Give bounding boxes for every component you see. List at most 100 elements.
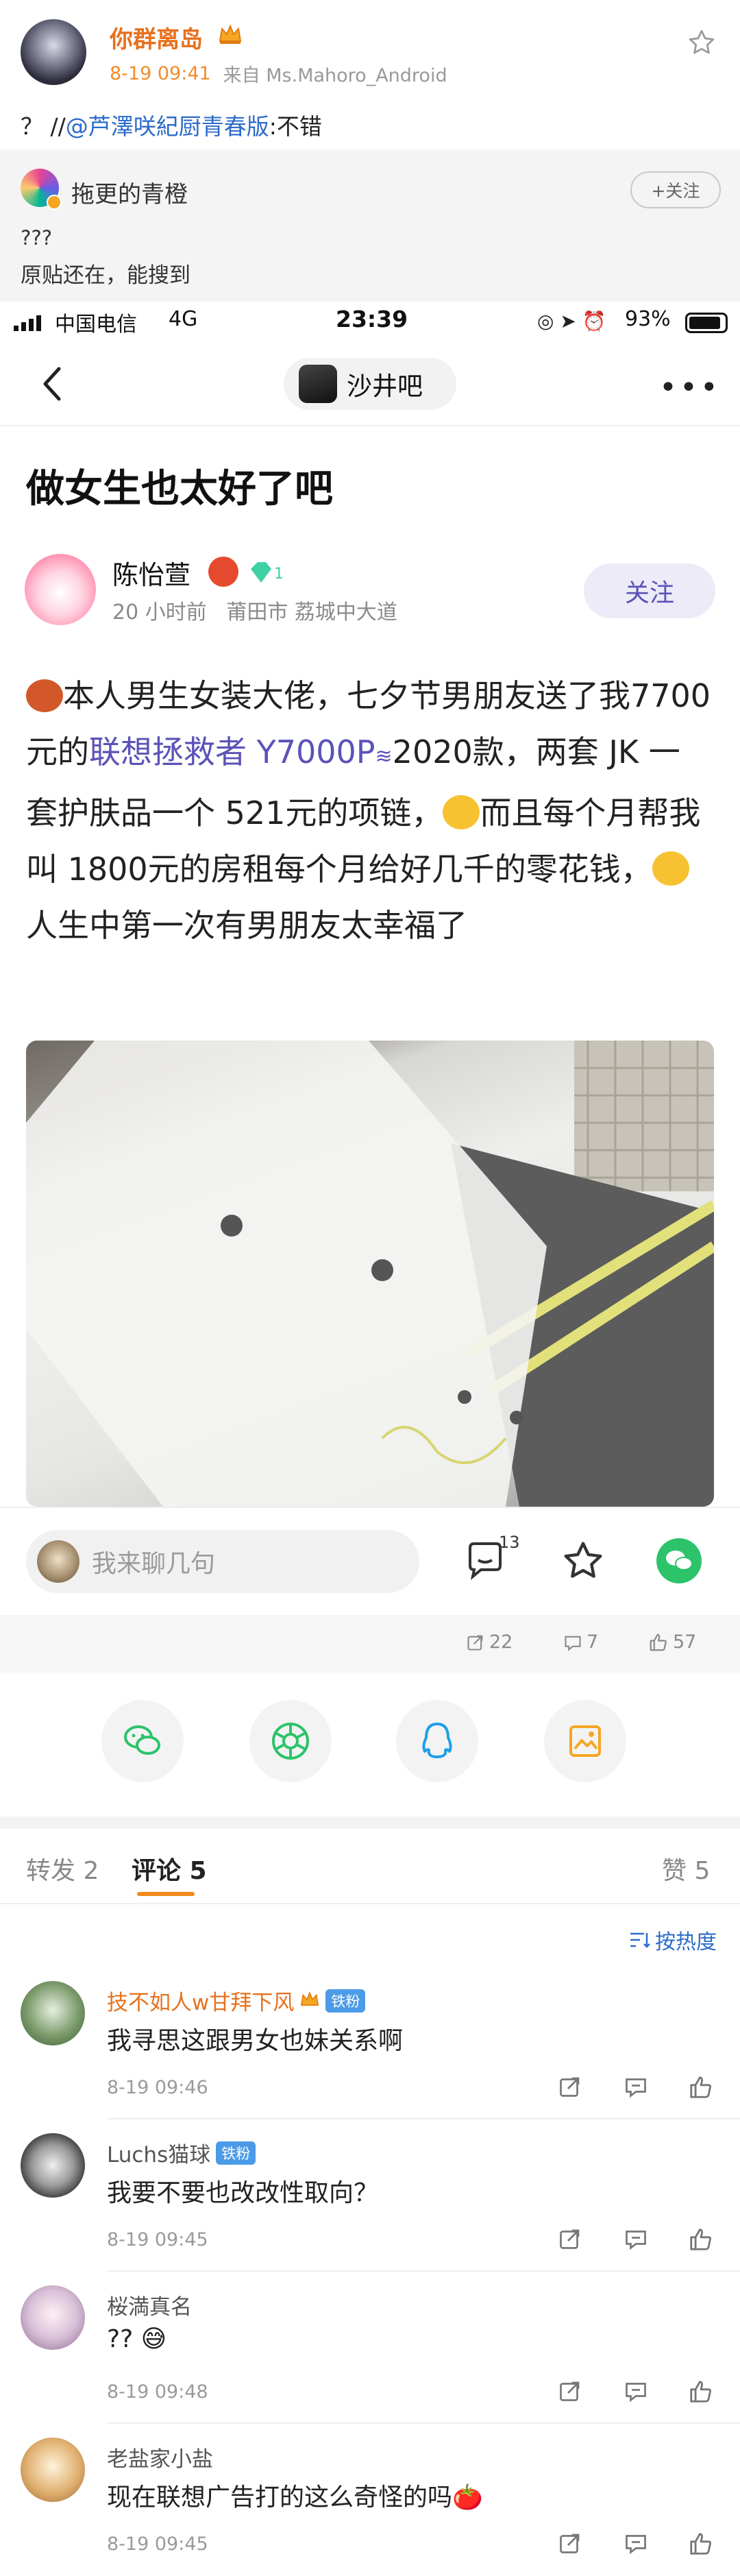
author-avatar[interactable] — [21, 19, 86, 85]
product-link[interactable]: 联想拯救者 Y7000P — [89, 733, 375, 770]
comment-reply-icon[interactable] — [624, 2074, 648, 2102]
quoted-author-name[interactable]: 拖更的青橙 — [71, 175, 188, 209]
post-meta: 8-19 09:41 来自 Ms.Mahoro_Android — [110, 60, 447, 87]
stats-bar: 22 7 57 — [0, 1615, 740, 1673]
quoted-line-2: 原贴还在，能搜到 — [21, 263, 190, 288]
comment-repost-icon[interactable] — [558, 2074, 582, 2102]
tab-reposts[interactable]: 转发 2 — [26, 1851, 99, 1886]
commenter-avatar[interactable] — [21, 2438, 85, 2502]
battery-icon — [685, 313, 728, 333]
svg-text:1: 1 — [274, 566, 284, 583]
comment-divider — [107, 2422, 740, 2424]
commenter-name[interactable]: Luchs猫球 — [107, 2137, 210, 2168]
comment-like-icon[interactable] — [688, 2226, 714, 2255]
comment-reply-icon[interactable] — [624, 2531, 648, 2558]
comment-repost-icon[interactable] — [558, 2226, 582, 2254]
signal-icon — [14, 315, 41, 331]
vip-crown-icon — [299, 1991, 320, 2011]
comment-count: 7 — [587, 1631, 599, 1653]
favorite-star-icon[interactable] — [687, 27, 717, 58]
battery-label: 93% — [625, 307, 671, 331]
author-name[interactable]: 你群离岛 — [110, 21, 203, 54]
quoted-post[interactable]: 拖更的青橙 +关注 ??? 原贴还在，能搜到 — [0, 149, 740, 302]
comment-like-icon[interactable] — [688, 2531, 714, 2560]
repost-count: 22 — [489, 1631, 513, 1653]
vip-crown-icon — [218, 23, 243, 45]
repost-stat[interactable]: 22 — [466, 1631, 513, 1653]
tabs-divider — [0, 1903, 740, 1904]
tab-comments[interactable]: 评论 5 — [132, 1851, 207, 1886]
sort-by-hot-button[interactable]: 按热度 — [629, 1925, 717, 1955]
my-avatar — [37, 1540, 79, 1583]
mention-link[interactable]: @芦澤咲紀厨青春版 — [66, 113, 269, 140]
share-qq-button[interactable] — [396, 1700, 478, 1782]
forum-avatar — [299, 365, 337, 403]
clock-label: 23:39 — [336, 306, 408, 332]
comment-item[interactable]: Luchs猫球 铁粉我要不要也改改性取向？ 8-19 09:45 — [0, 2133, 740, 2285]
comment-text: 现在联想广告打的这么奇怪的吗🍅 — [107, 2483, 483, 2512]
level-gem-icon: 1 — [247, 559, 288, 590]
comment-count-badge: 13 — [499, 1533, 520, 1552]
commenter-name[interactable]: 技不如人w甘拜下风 — [107, 1985, 294, 2016]
back-arrow-icon[interactable] — [38, 363, 66, 404]
post-date: 8-19 09:41 — [110, 63, 211, 84]
commenter-name-row: 技不如人w甘拜下风 铁粉 — [107, 1985, 366, 2016]
save-image-icon — [569, 1725, 601, 1757]
comment-like-icon[interactable] — [688, 2074, 714, 2103]
share-wechat-button[interactable] — [101, 1700, 184, 1782]
star-icon[interactable] — [560, 1538, 606, 1583]
commenter-avatar[interactable] — [21, 2285, 85, 2350]
quoted-follow-button[interactable]: +关注 — [630, 171, 721, 208]
chat-input[interactable]: 我来聊几句 — [26, 1530, 419, 1593]
wechat-share-icon[interactable] — [656, 1538, 702, 1583]
nav-divider — [0, 425, 740, 426]
follow-button[interactable]: 关注 — [584, 563, 715, 618]
comment-like-icon[interactable] — [688, 2379, 714, 2407]
thread-title: 做女生也太好了吧 — [26, 467, 333, 511]
commenter-name-row: 桜満真名 — [107, 2289, 192, 2320]
commenter-name[interactable]: 老盐家小盐 — [107, 2442, 213, 2472]
embedded-status-bar: 中国电信 4G 23:39 ◎ ➤ ⏰ 93% — [0, 302, 740, 343]
comment-reply-icon[interactable] — [624, 2226, 648, 2254]
forum-pill[interactable]: 沙井吧 — [284, 358, 456, 410]
commenter-avatar[interactable] — [21, 2133, 85, 2198]
like-count: 57 — [673, 1631, 697, 1653]
post-photo[interactable] — [26, 1041, 714, 1507]
comment-reply-icon[interactable] — [624, 2379, 648, 2406]
repost-prefix: ？ // — [21, 113, 66, 140]
commenter-name[interactable]: 桜満真名 — [107, 2289, 192, 2320]
comment-repost-icon[interactable] — [558, 2379, 582, 2406]
post-body: 本人男生女装大佬，七夕节男朋友送了我7700元的联想拯救者 Y7000P≋202… — [26, 668, 711, 953]
repost-text: ？ //@芦澤咲紀厨青春版:不错 — [21, 108, 322, 141]
forum-name: 沙井吧 — [347, 372, 423, 401]
comment-text: 我寻思这跟男女也妹关系啊 — [107, 2027, 404, 2055]
angry-emoji-icon — [208, 557, 238, 587]
commenter-avatar[interactable] — [21, 1981, 85, 2045]
fan-badge: 铁粉 — [325, 1989, 366, 2013]
poster-name[interactable]: 陈怡萱 — [112, 554, 190, 592]
comment-item[interactable]: 桜満真名 ?? 😅 8-19 09:48 — [0, 2285, 740, 2438]
moments-aperture-icon — [272, 1723, 309, 1760]
share-moments-button[interactable] — [249, 1700, 332, 1782]
bottom-bar-divider — [0, 1507, 740, 1508]
section-gap — [0, 1816, 740, 1829]
tab-likes[interactable]: 赞 5 — [662, 1851, 710, 1886]
chat-placeholder: 我来聊几句 — [92, 1550, 216, 1578]
comment-divider — [107, 2270, 740, 2272]
comment-repost-icon[interactable] — [558, 2531, 582, 2558]
post-source: 来自 Ms.Mahoro_Android — [223, 65, 447, 86]
comment-icon — [565, 1636, 581, 1651]
comment-stat[interactable]: 7 — [563, 1631, 598, 1653]
wechat-icon — [124, 1725, 160, 1755]
comment-time: 8-19 09:45 — [107, 2229, 208, 2250]
comment-text: 我要不要也改改性取向？ — [107, 2179, 379, 2207]
poster-avatar[interactable] — [25, 554, 96, 625]
network-label: 4G — [169, 307, 198, 331]
like-stat[interactable]: 57 — [648, 1631, 696, 1653]
comment-item[interactable]: 技不如人w甘拜下风 铁粉 我寻思这跟男女也妹关系啊 8-19 09:46 — [0, 1981, 740, 2133]
share-save-image-button[interactable] — [544, 1700, 626, 1782]
comment-item[interactable]: 老盐家小盐 现在联想广告打的这么奇怪的吗🍅 8-19 09:45 — [0, 2438, 740, 2576]
poster-meta: 20 小时前 莆田市 荔城中大道 — [112, 600, 397, 624]
more-options-icon[interactable]: ••• — [659, 370, 721, 405]
commenter-name-row: Luchs猫球 铁粉 — [107, 2137, 256, 2168]
